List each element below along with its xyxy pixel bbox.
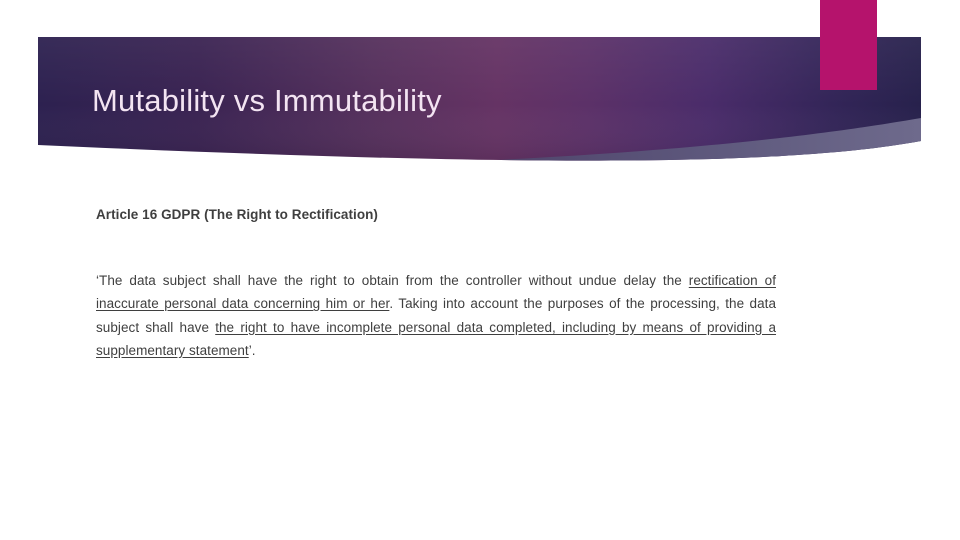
paragraph-segment-plain-3: ’. xyxy=(248,342,256,358)
paragraph-segment-plain-1: ‘The data subject shall have the right t… xyxy=(96,273,689,288)
banner-swoosh xyxy=(430,118,921,161)
page-title: Mutability vs Immutability xyxy=(92,83,442,118)
slide-body: Article 16 GDPR (The Right to Rectificat… xyxy=(96,205,776,362)
body-heading: Article 16 GDPR (The Right to Rectificat… xyxy=(96,207,378,222)
pink-accent-bar xyxy=(820,0,877,90)
body-paragraph: ‘The data subject shall have the right t… xyxy=(96,269,776,362)
slide-canvas: Mutability vs Immutability Article 16 GD… xyxy=(0,0,960,540)
